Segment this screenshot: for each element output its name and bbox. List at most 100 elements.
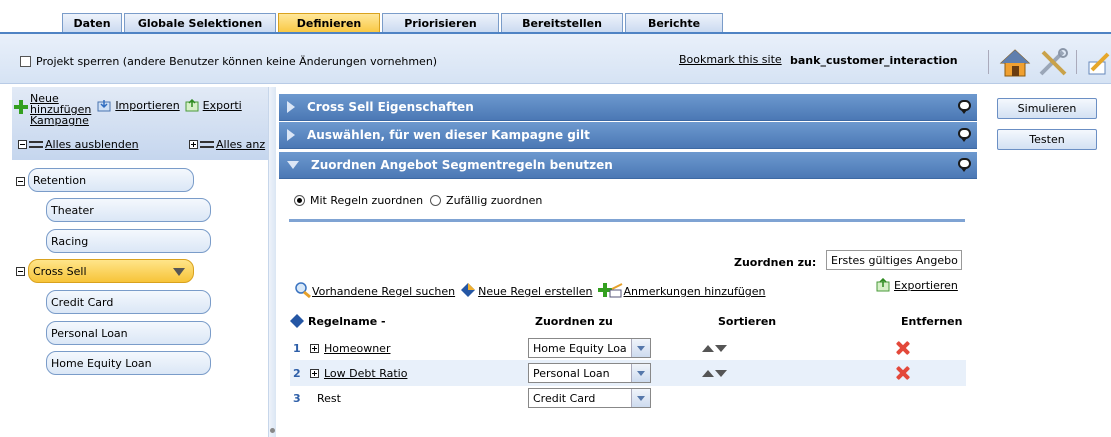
remove-cell xyxy=(896,335,910,361)
sort-down-icon[interactable] xyxy=(715,369,727,377)
tree-item-retention[interactable]: Retention xyxy=(28,168,194,192)
tools-icon[interactable] xyxy=(1037,48,1069,78)
tab-list: Daten Globale Selektionen Definieren Pri… xyxy=(62,13,725,33)
assign-select[interactable]: Personal Loan xyxy=(528,363,651,383)
tab-definieren[interactable]: Definieren xyxy=(278,13,380,33)
pane-splitter[interactable] xyxy=(268,87,276,437)
splitter-handle[interactable] xyxy=(270,428,275,433)
tab-priorisieren[interactable]: Priorisieren xyxy=(382,13,499,33)
tab-daten[interactable]: Daten xyxy=(62,13,122,33)
expand-rule-icon[interactable] xyxy=(310,368,319,378)
chevron-down-icon[interactable] xyxy=(631,364,650,382)
tree-item-racing[interactable]: Racing xyxy=(46,229,211,253)
col-rule-name[interactable]: Regelname - xyxy=(290,308,386,334)
assign-select[interactable]: Credit Card xyxy=(528,388,651,408)
expand-rule-icon[interactable] xyxy=(310,343,319,353)
sort-up-icon[interactable] xyxy=(702,344,714,352)
rule-name-text: Rest xyxy=(317,391,341,405)
tree-item-theater[interactable]: Theater xyxy=(46,198,211,222)
chevron-down-icon[interactable] xyxy=(631,339,650,357)
collapse-retention-icon[interactable] xyxy=(16,177,25,186)
row-number: 1 xyxy=(293,335,301,361)
section-cross-sell-properties[interactable]: Cross Sell Eigenschaften xyxy=(279,94,977,121)
dropdown-arrow-icon[interactable] xyxy=(173,268,185,276)
tree-item-home-equity-loan[interactable]: Home Equity Loan xyxy=(46,351,211,375)
assign-select-value: Credit Card xyxy=(533,392,596,405)
rule-name-link[interactable]: Homeowner xyxy=(324,342,390,355)
expand-arrow-icon xyxy=(287,101,295,113)
comment-icon[interactable] xyxy=(958,100,971,114)
edit-document-icon[interactable] xyxy=(1086,50,1111,78)
table-row: 3 Rest Credit Card xyxy=(290,385,966,411)
rule-name-link[interactable]: Low Debt Ratio xyxy=(324,367,407,380)
rule-actions: Vorhandene Regel suchen Neue Regel erste… xyxy=(294,282,771,298)
assign-to-label: Zuordnen zu: xyxy=(734,256,817,269)
section-divider xyxy=(289,219,965,222)
add-campaign-label[interactable]: Neue hinzufügen Kampagne xyxy=(30,93,91,126)
add-notes-button[interactable]: Anmerkungen hinzufügen xyxy=(597,282,766,298)
lines-icon xyxy=(29,141,43,148)
create-rule-label[interactable]: Neue Regel erstellen xyxy=(478,285,592,298)
campaign-tree-toolbar: Neue hinzufügen Kampagne Importieren Exp… xyxy=(12,87,269,160)
section-segment-rules[interactable]: Zuordnen Angebot Segmentregeln benutzen xyxy=(279,152,977,179)
remove-icon[interactable] xyxy=(896,366,910,380)
tab-berichte[interactable]: Berichte xyxy=(625,13,723,33)
collapse-cross-sell-icon[interactable] xyxy=(16,267,25,276)
sort-down-icon[interactable] xyxy=(715,344,727,352)
test-button[interactable]: Testen xyxy=(997,129,1097,150)
remove-icon[interactable] xyxy=(896,341,910,355)
section-target-selection[interactable]: Auswählen, für wen dieser Kampagne gilt xyxy=(279,122,977,149)
tree-item-label: Personal Loan xyxy=(51,326,128,340)
search-rule-button[interactable]: Vorhandene Regel suchen xyxy=(294,282,455,298)
tab-bereitstellen[interactable]: Bereitstellen xyxy=(501,13,623,33)
simulate-button[interactable]: Simulieren xyxy=(997,98,1097,119)
home-icon[interactable] xyxy=(999,48,1031,78)
add-notes-label[interactable]: Anmerkungen hinzufügen xyxy=(624,285,766,298)
row-number-text: 2 xyxy=(293,366,301,380)
export-icon xyxy=(185,99,199,112)
export-rules-label[interactable]: Exportieren xyxy=(894,279,958,292)
diamond-icon xyxy=(461,283,476,297)
tree-item-personal-loan[interactable]: Personal Loan xyxy=(46,321,211,345)
assign-select-cell: Credit Card xyxy=(528,385,651,411)
collapse-all-button[interactable]: Alles ausblenden xyxy=(18,138,139,151)
radio-with-rules[interactable] xyxy=(294,195,305,206)
import-label[interactable]: Importieren xyxy=(115,99,179,112)
project-name: bank_customer_interaction xyxy=(790,54,958,67)
tree-item-cross-sell[interactable]: Cross Sell xyxy=(28,259,194,283)
lock-project-checkbox[interactable] xyxy=(20,56,31,67)
comment-icon[interactable] xyxy=(958,128,971,142)
sort-up-icon[interactable] xyxy=(702,369,714,377)
bookmark-link[interactable]: Bookmark this site xyxy=(679,53,782,66)
add-campaign-button[interactable]: Neue hinzufügen Kampagne xyxy=(14,93,91,126)
lock-project-row[interactable]: Projekt sperren (andere Benutzer können … xyxy=(20,55,437,68)
collapse-all-label[interactable]: Alles ausblenden xyxy=(45,138,139,151)
comment-icon[interactable] xyxy=(958,158,971,172)
row-number-text: 1 xyxy=(293,341,301,355)
assign-to-field[interactable]: Erstes gültiges Angebo xyxy=(826,250,962,270)
create-rule-button[interactable]: Neue Regel erstellen xyxy=(460,282,593,298)
campaign-tree-pane: Neue hinzufügen Kampagne Importieren Exp… xyxy=(12,87,269,427)
export-icon xyxy=(876,278,890,292)
expand-icon xyxy=(189,140,198,149)
assign-select[interactable]: Home Equity Loa xyxy=(528,338,651,358)
radio-random-label: Zufällig zuordnen xyxy=(446,194,543,207)
search-rule-label[interactable]: Vorhandene Regel suchen xyxy=(312,285,455,298)
export-rules-button[interactable]: Exportieren xyxy=(876,278,958,292)
row-number: 2 xyxy=(293,360,301,386)
radio-random[interactable] xyxy=(430,195,442,206)
expand-all-button[interactable]: Alles anz xyxy=(189,138,269,151)
assign-select-value: Personal Loan xyxy=(533,367,610,380)
tree-item-credit-card[interactable]: Credit Card xyxy=(46,290,211,314)
col-label: Regelname - xyxy=(308,314,386,328)
chevron-down-icon[interactable] xyxy=(631,389,650,407)
export-button[interactable]: Exporti xyxy=(185,99,242,112)
tab-globale-selektionen[interactable]: Globale Selektionen xyxy=(124,13,276,33)
tree-item-label: Racing xyxy=(51,234,89,248)
expand-all-label[interactable]: Alles anz xyxy=(216,138,265,151)
rule-name-cell: Low Debt Ratio xyxy=(310,360,407,386)
export-label[interactable]: Exporti xyxy=(203,99,242,112)
lock-project-label: Projekt sperren (andere Benutzer können … xyxy=(36,55,438,68)
import-button[interactable]: Importieren xyxy=(97,99,180,112)
expand-arrow-icon xyxy=(287,129,295,141)
